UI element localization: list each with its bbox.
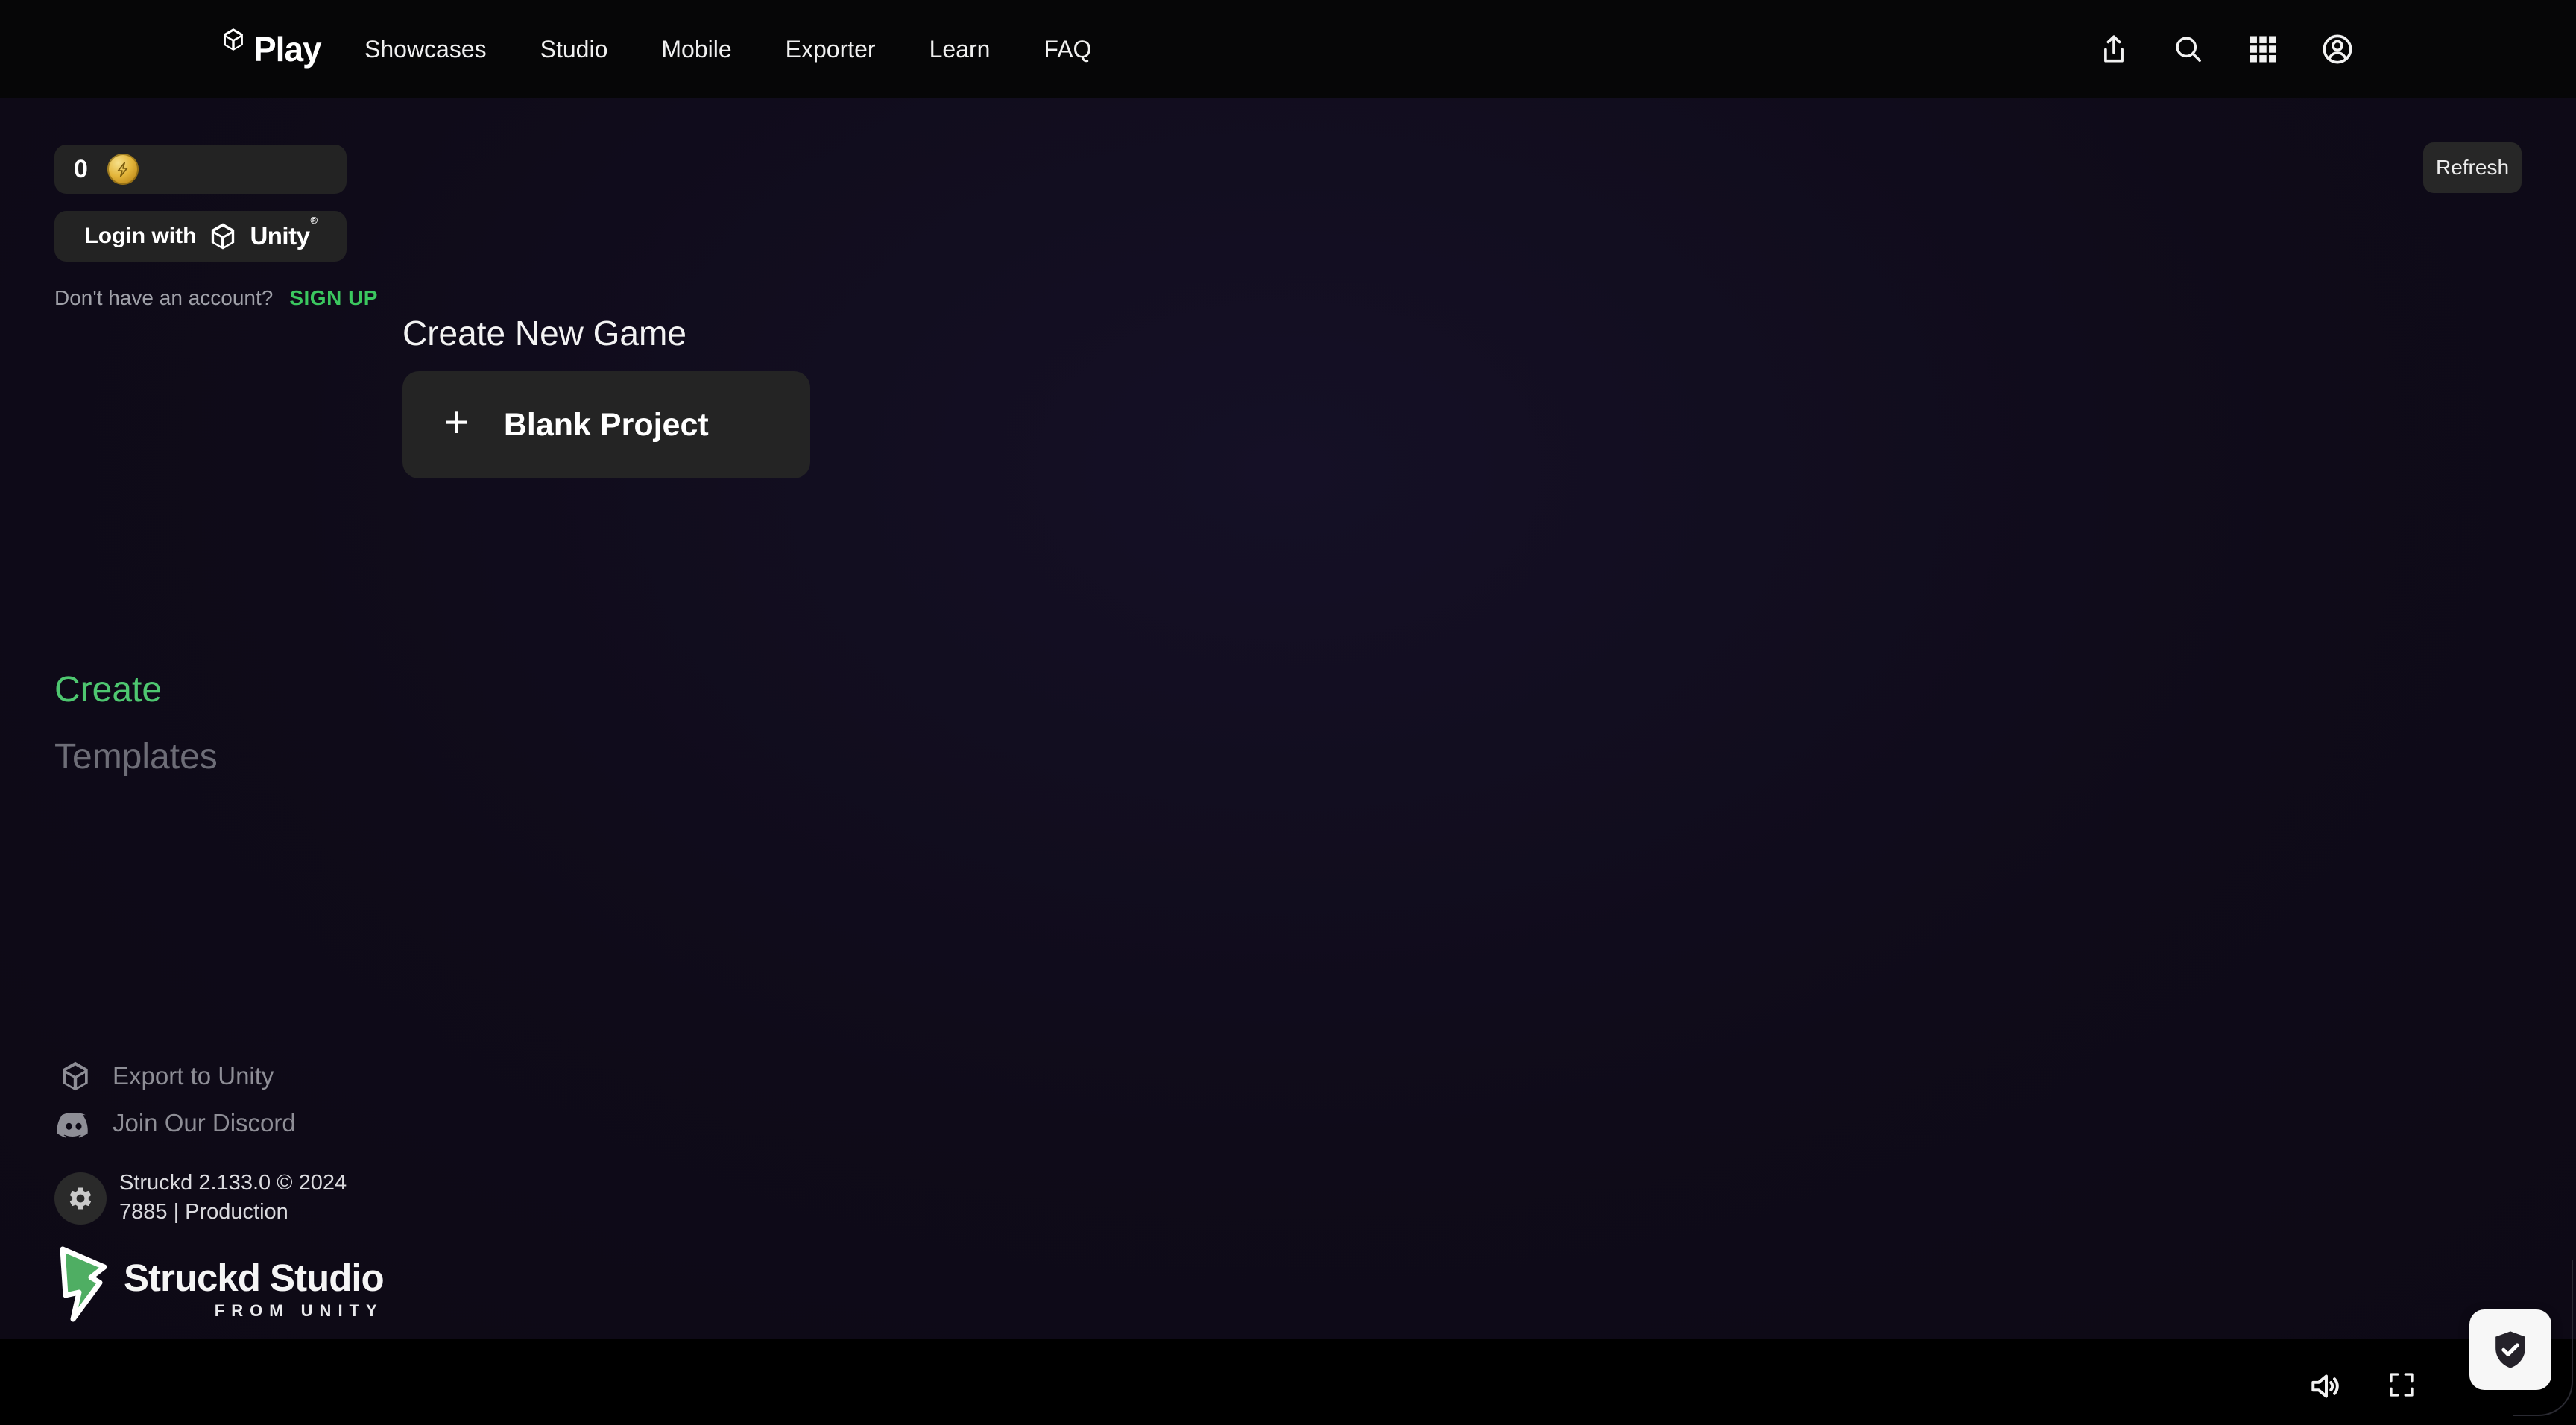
nav-item-learn[interactable]: Learn (929, 36, 991, 63)
export-to-unity-link[interactable]: Export to Unity (59, 1060, 274, 1093)
discord-icon (56, 1108, 92, 1139)
coin-counter[interactable]: 0 (54, 145, 347, 194)
login-with-unity-button[interactable]: Login with Unity® (54, 211, 347, 262)
search-icon[interactable] (2171, 31, 2206, 67)
share-icon[interactable] (2096, 31, 2132, 67)
login-label: Login with (84, 224, 196, 249)
blank-project-button[interactable]: + Blank Project (402, 371, 810, 478)
gear-icon (67, 1185, 94, 1212)
create-new-game-heading: Create New Game (402, 313, 686, 353)
struckd-studio-title: Struckd Studio (124, 1257, 384, 1300)
profile-icon[interactable] (2320, 31, 2355, 67)
unity-icon (59, 1060, 92, 1093)
nav-menu: Showcases Studio Mobile Exporter Learn F… (364, 0, 1091, 98)
volume-icon[interactable] (2306, 1366, 2346, 1406)
main-content: 0 Login with Unity® Don't have an accoun… (0, 98, 2576, 1339)
settings-button[interactable] (54, 1172, 107, 1225)
gold-coin-icon (107, 154, 139, 185)
top-nav-bar: Play Showcases Studio Mobile Exporter Le… (0, 0, 2576, 98)
join-discord-link[interactable]: Join Our Discord (56, 1108, 296, 1139)
struckd-brand-text: Struckd Studio FROM UNITY (124, 1246, 384, 1325)
apps-grid-icon[interactable] (2245, 31, 2281, 67)
version-line-2: 7885 | Production (119, 1198, 347, 1227)
struckd-bolt-icon (57, 1246, 112, 1325)
signup-row: Don't have an account? SIGN UP (54, 286, 378, 310)
play-logo[interactable]: Play (221, 0, 321, 98)
version-line-1: Struckd 2.133.0 © 2024 (119, 1169, 347, 1198)
signup-question: Don't have an account? (54, 286, 273, 310)
nav-icon-group (2096, 0, 2355, 98)
version-info: Struckd 2.133.0 © 2024 7885 | Production (119, 1169, 347, 1227)
play-logo-text: Play (253, 29, 321, 69)
blank-project-label: Blank Project (504, 407, 709, 443)
fullscreen-icon[interactable] (2384, 1368, 2419, 1402)
from-unity-subtitle: FROM UNITY (124, 1301, 384, 1321)
privacy-shield-badge[interactable] (2469, 1309, 2551, 1390)
plus-icon: + (444, 401, 470, 444)
nav-item-mobile[interactable]: Mobile (661, 36, 731, 63)
join-discord-label: Join Our Discord (113, 1109, 296, 1137)
nav-item-faq[interactable]: FAQ (1044, 36, 1091, 63)
nav-item-exporter[interactable]: Exporter (786, 36, 876, 63)
export-to-unity-label: Export to Unity (113, 1062, 274, 1090)
registered-mark: ® (310, 215, 317, 226)
nav-item-studio[interactable]: Studio (540, 36, 608, 63)
shield-check-icon (2489, 1328, 2532, 1371)
unity-wordmark: Unity® (250, 222, 316, 250)
refresh-button[interactable]: Refresh (2423, 142, 2522, 193)
nav-item-showcases[interactable]: Showcases (364, 36, 487, 63)
signup-link[interactable]: SIGN UP (289, 286, 378, 310)
unity-cube-icon (208, 221, 238, 251)
unity-cube-icon (221, 27, 246, 52)
tab-create[interactable]: Create (54, 669, 162, 710)
struckd-studio-logo: Struckd Studio FROM UNITY (57, 1246, 384, 1325)
struckd-play-screen: Play Showcases Studio Mobile Exporter Le… (0, 0, 2576, 1425)
tab-templates[interactable]: Templates (54, 736, 218, 777)
player-bar (0, 1339, 2576, 1425)
coin-count: 0 (74, 155, 88, 184)
